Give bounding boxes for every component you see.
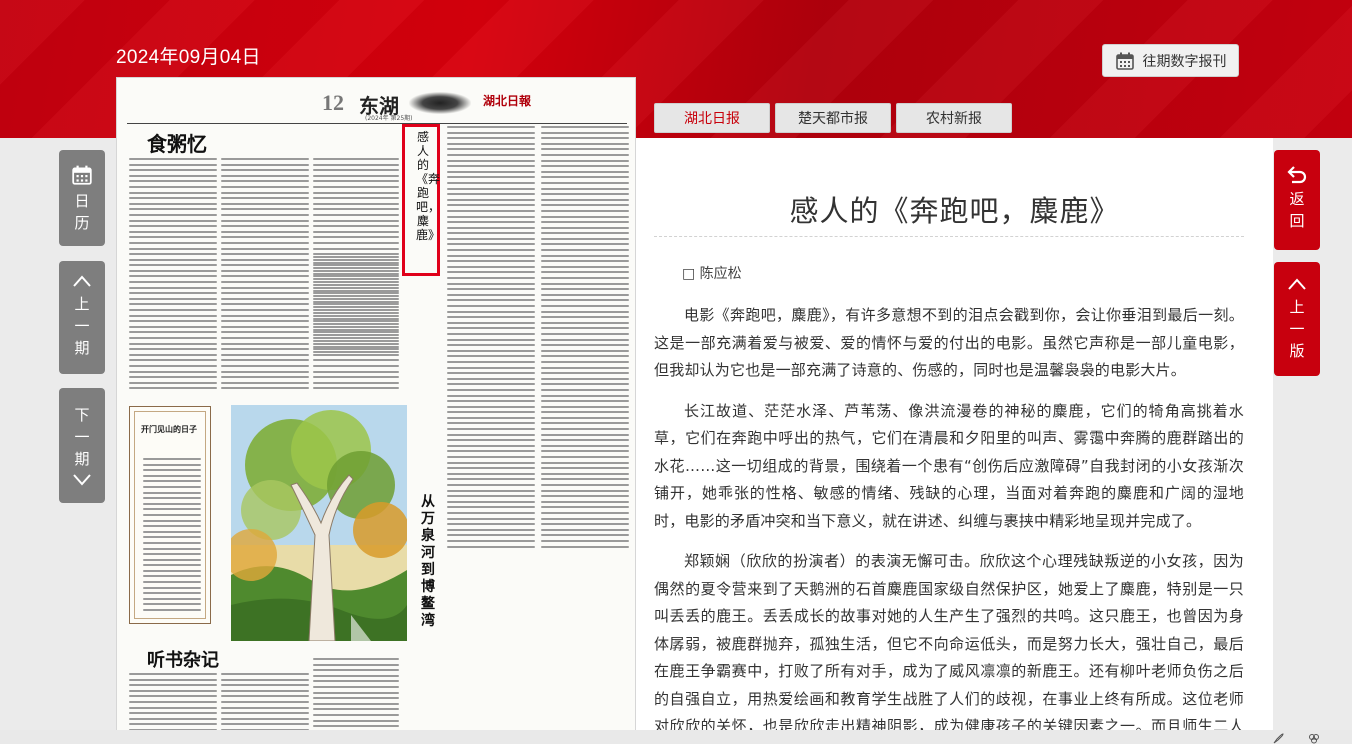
- page-number: 12: [322, 90, 344, 115]
- text-column: [541, 126, 629, 551]
- article-paragraph: 郑颖娴（欣欣的扮演者）的表演无懈可击。欣欣这个心理残缺叛逆的小女孩，因为偶然的夏…: [654, 552, 1244, 735]
- calendar-icon: [72, 165, 92, 185]
- clover-icon[interactable]: [1308, 733, 1320, 744]
- archive-button[interactable]: 往期数字报刊: [1102, 44, 1239, 77]
- text-column: [447, 126, 535, 551]
- page-meta: (2024年 第25期): [365, 115, 413, 122]
- back-button[interactable]: 返回: [1274, 150, 1320, 250]
- tree-painting-image: [231, 405, 407, 641]
- page-masthead: 12 东湖 湖北日報 (2024年 第25期): [127, 86, 627, 124]
- poem-box[interactable]: 开门见山的日子: [129, 406, 211, 624]
- bottom-strip: [0, 730, 1352, 744]
- article-body: 电影《奔跑吧，麋鹿》，有许多意想不到的泪点会戳到你，会让你垂泪到最后一刻。这是一…: [654, 302, 1244, 744]
- headline-food[interactable]: 食粥忆: [147, 128, 207, 157]
- tab-chutian-metro[interactable]: 楚天都市报: [775, 103, 891, 133]
- paper-brand: 湖北日報: [483, 94, 532, 108]
- text-column: [129, 158, 217, 393]
- selected-article-title: 感人的《奔跑吧，麋鹿》: [416, 130, 441, 242]
- calendar-icon: [1115, 52, 1134, 70]
- prev-page-label: 上一版: [1289, 298, 1305, 360]
- calendar-button[interactable]: 日历: [59, 150, 105, 246]
- rocket-icon[interactable]: [1272, 733, 1284, 744]
- prev-issue-button[interactable]: 上一期: [59, 261, 105, 374]
- chevron-down-icon: [73, 474, 91, 486]
- archive-button-label: 往期数字报刊: [1142, 53, 1227, 70]
- tab-hubei-daily[interactable]: 湖北日报: [654, 103, 770, 133]
- article-title: 感人的《奔跑吧，麋鹿》: [789, 194, 1120, 228]
- headline-listening[interactable]: 听书杂记: [147, 646, 219, 672]
- poem-lines: [143, 458, 201, 615]
- paper-tabs: 湖北日报 楚天都市报 农村新报: [654, 103, 1012, 133]
- tree-painting: [231, 405, 407, 641]
- return-arrow-icon: [1287, 166, 1307, 184]
- text-column: [221, 158, 309, 393]
- article-paragraph: 电影《奔跑吧，麋鹿》，有许多意想不到的泪点会戳到你，会让你垂泪到最后一刻。这是一…: [654, 306, 1244, 379]
- ink-decoration: [409, 92, 471, 114]
- prev-page-button[interactable]: 上一版: [1274, 262, 1320, 376]
- back-label: 返回: [1289, 190, 1305, 230]
- title-divider: [654, 236, 1244, 237]
- chevron-up-icon: [73, 275, 91, 287]
- newspaper-page[interactable]: 12 东湖 湖北日報 (2024年 第25期) 食粥忆 感人的《奔跑吧，麋鹿》 …: [116, 77, 636, 744]
- article-paragraph: 长江故道、茫茫水泽、芦苇荡、像洪流漫卷的神秘的麋鹿，它们的犄角高挑着水草，它们在…: [654, 401, 1244, 530]
- article-author: □ 陈应松: [682, 266, 742, 282]
- chevron-up-icon: [1288, 278, 1306, 290]
- next-issue-label: 下一期: [74, 406, 90, 468]
- article-panel: 感人的《奔跑吧，麋鹿》 □ 陈应松 电影《奔跑吧，麋鹿》，有许多意想不到的泪点会…: [636, 138, 1273, 744]
- issue-date: 2024年09月04日: [116, 47, 261, 68]
- prev-issue-label: 上一期: [74, 295, 90, 357]
- text-column: [313, 256, 399, 357]
- tab-rural-news[interactable]: 农村新报: [896, 103, 1012, 133]
- calendar-label: 日历: [74, 192, 90, 232]
- next-issue-button[interactable]: 下一期: [59, 388, 105, 503]
- second-article-title[interactable]: 从万泉河到博鳌湾: [420, 494, 436, 630]
- poem-title: 开门见山的日子: [141, 425, 197, 434]
